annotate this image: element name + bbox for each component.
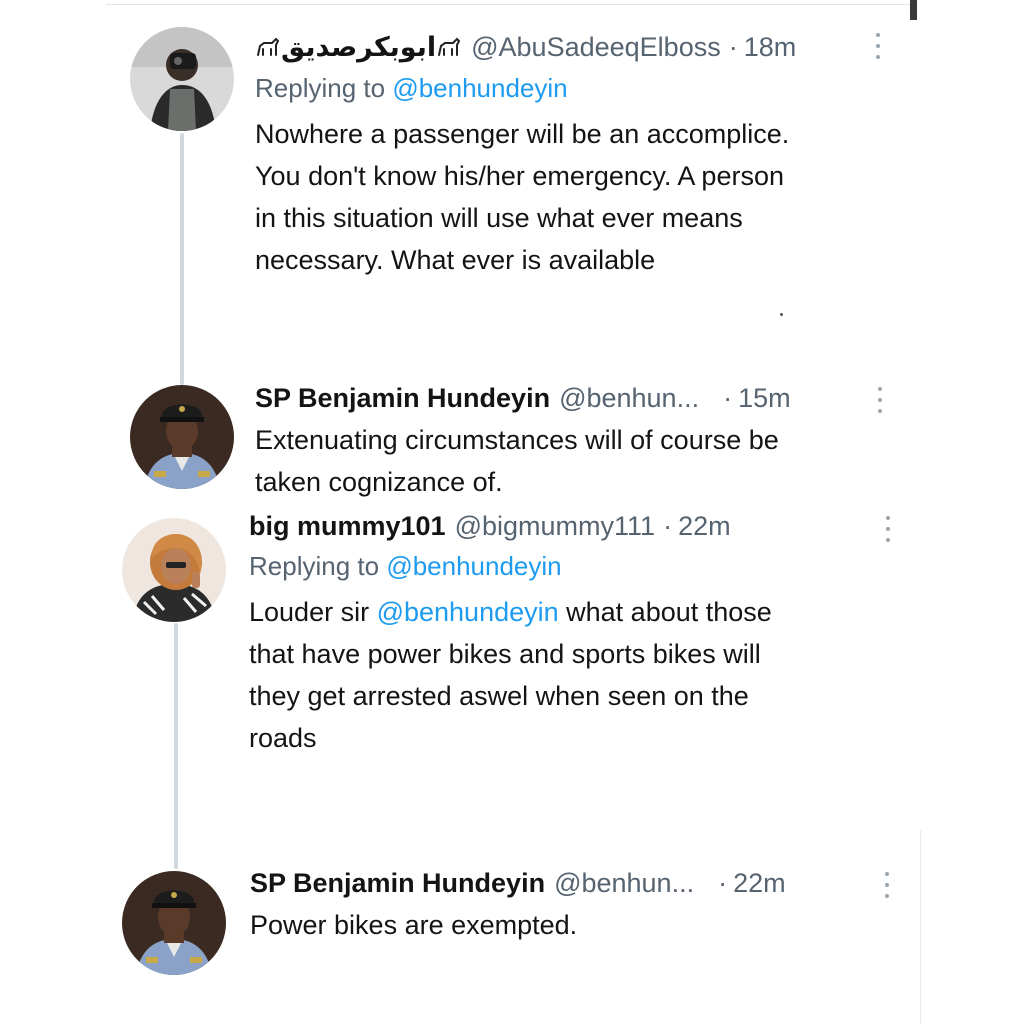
handle[interactable]: @benhun... bbox=[554, 866, 694, 900]
tweet-header: big mummy101 @bigmummy111 · 22m bbox=[249, 509, 772, 543]
tweet-text-line: Extenuating circumstances will of course… bbox=[255, 425, 779, 455]
tweet-header: ابوبکرصدیق @AbuSadeeqElboss · 18m bbox=[255, 30, 796, 65]
thread-line bbox=[174, 623, 178, 869]
mention-link[interactable]: @benhundeyin bbox=[377, 597, 559, 627]
timestamp[interactable]: 18m bbox=[744, 30, 797, 64]
timestamp[interactable]: 22m bbox=[733, 866, 786, 900]
display-name[interactable]: SP Benjamin Hundeyin bbox=[255, 381, 550, 415]
tweet[interactable]: SP Benjamin Hundeyin @benhun... · 15m Ex… bbox=[255, 381, 791, 503]
tweet-text-line: roads bbox=[249, 723, 317, 753]
handle[interactable]: @bigmummy111 bbox=[455, 509, 655, 543]
tweet-text-line: You don't know his/her emergency. A pers… bbox=[255, 161, 784, 191]
avatar[interactable] bbox=[130, 27, 234, 131]
speck bbox=[780, 313, 783, 316]
tweet-text-line: they get arrested aswel when seen on the bbox=[249, 681, 749, 711]
handle[interactable]: @benhun... bbox=[559, 381, 699, 415]
replying-to-line: Replying to @benhundeyin bbox=[255, 71, 796, 105]
tweet[interactable]: SP Benjamin Hundeyin @benhun... · 22m Po… bbox=[250, 866, 786, 946]
goat-icon bbox=[257, 37, 280, 56]
handle[interactable]: @AbuSadeeqElboss bbox=[471, 30, 721, 64]
timestamp[interactable]: 15m bbox=[738, 381, 791, 415]
tweet-text-line: in this situation will use what ever mea… bbox=[255, 203, 743, 233]
display-name-text: ابوبکرصدیق bbox=[281, 32, 437, 63]
more-options-icon[interactable] bbox=[875, 33, 881, 59]
tweet-text-line: Louder sir @benhundeyin what about those bbox=[249, 591, 772, 633]
tweet-text-segment: Louder sir bbox=[249, 597, 377, 627]
tweet-header: SP Benjamin Hundeyin @benhun... · 15m bbox=[255, 381, 791, 415]
avatar[interactable] bbox=[130, 385, 234, 489]
timestamp[interactable]: 22m bbox=[678, 509, 731, 543]
more-options-icon[interactable] bbox=[884, 872, 890, 898]
more-options-icon[interactable] bbox=[885, 516, 891, 542]
display-name[interactable]: SP Benjamin Hundeyin bbox=[250, 866, 545, 900]
separator-dot: · bbox=[718, 868, 728, 898]
tweet-text: Nowhere a passenger will be an accomplic… bbox=[255, 113, 796, 281]
replying-prefix: Replying to bbox=[249, 551, 380, 581]
display-name[interactable]: big mummy101 bbox=[249, 509, 446, 543]
thread-line bbox=[180, 133, 184, 385]
avatar[interactable] bbox=[122, 871, 226, 975]
scrollbar-handle[interactable] bbox=[910, 0, 917, 20]
tweet-text: Extenuating circumstances will of course… bbox=[255, 419, 791, 503]
replying-to-link[interactable]: @benhundeyin bbox=[386, 551, 561, 581]
replying-to-line: Replying to @benhundeyin bbox=[249, 549, 772, 583]
separator-dot: · bbox=[723, 383, 733, 413]
right-edge bbox=[920, 830, 921, 1024]
separator-dot: · bbox=[663, 511, 673, 541]
tweet-text-line: Power bikes are exempted. bbox=[250, 910, 578, 940]
more-options-icon[interactable] bbox=[877, 387, 883, 413]
tweet-text: Louder sir @benhundeyin what about those… bbox=[249, 591, 772, 759]
tweet-text-line: that have power bikes and sports bikes w… bbox=[249, 639, 761, 669]
tweet-text-segment: what about those bbox=[558, 597, 772, 627]
tweet[interactable]: big mummy101 @bigmummy111 · 22m Replying… bbox=[249, 509, 772, 759]
tweet-text-line: taken cognizance of. bbox=[255, 467, 503, 497]
display-name[interactable]: ابوبکرصدیق bbox=[255, 30, 462, 65]
avatar[interactable] bbox=[122, 518, 226, 622]
top-border bbox=[106, 0, 916, 5]
separator-dot: · bbox=[728, 32, 738, 62]
tweet-text-line: necessary. What ever is available bbox=[255, 245, 656, 275]
tweet-header: SP Benjamin Hundeyin @benhun... · 22m bbox=[250, 866, 786, 900]
tweet-text: Power bikes are exempted. bbox=[250, 904, 786, 946]
goat-icon bbox=[438, 37, 461, 56]
replying-to-link[interactable]: @benhundeyin bbox=[392, 73, 567, 103]
replying-prefix: Replying to bbox=[255, 73, 386, 103]
tweet[interactable]: ابوبکرصدیق @AbuSadeeqElboss · 18m Replyi… bbox=[255, 30, 796, 281]
tweet-text-line: Nowhere a passenger will be an accomplic… bbox=[255, 119, 790, 149]
